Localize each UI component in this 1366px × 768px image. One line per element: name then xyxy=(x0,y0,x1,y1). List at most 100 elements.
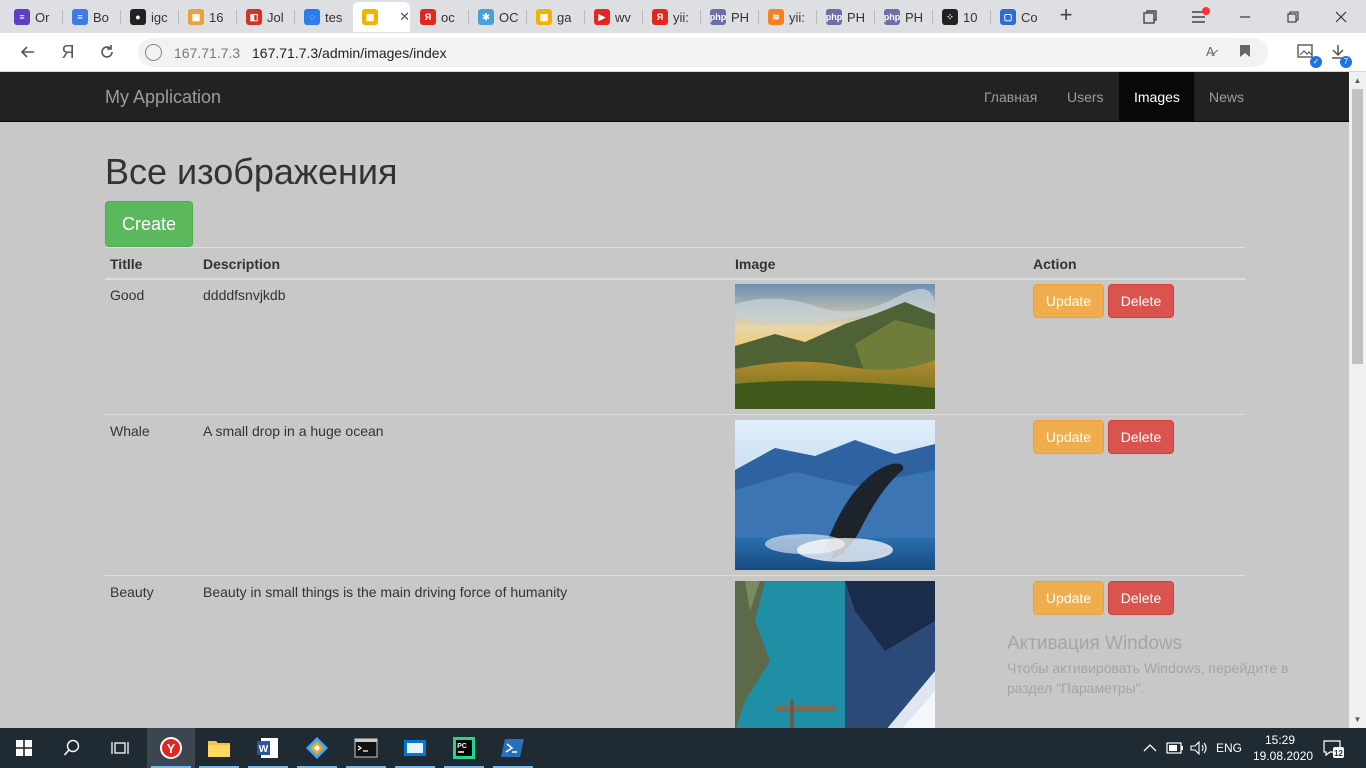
tab-title: tes xyxy=(325,9,343,25)
browser-tab[interactable]: ✱ OC xyxy=(469,2,526,32)
tab-title: PH xyxy=(847,9,866,25)
menu-button[interactable] xyxy=(1176,0,1222,33)
taskbar-yandex-browser[interactable]: Y xyxy=(147,728,195,768)
site-info-icon[interactable] xyxy=(145,44,162,61)
notification-count: 12 xyxy=(1334,749,1343,758)
row-1-description: ddddfsnvjkdb xyxy=(203,287,286,303)
bookmark-icon[interactable] xyxy=(1239,44,1251,61)
browser-tab[interactable]: ≡ Or xyxy=(5,2,62,32)
browser-tab[interactable]: ≡ Bo xyxy=(63,2,120,32)
taskbar-powershell[interactable] xyxy=(489,728,537,768)
browser-tab[interactable]: ▦ 16 xyxy=(179,2,236,32)
back-button[interactable] xyxy=(15,39,41,65)
browser-toolbar: Я 167.71.7.3 167.71.7.3/admin/images/ind… xyxy=(0,33,1366,72)
tab-favicon-icon: ▦ xyxy=(536,9,552,25)
browser-tab[interactable]: ▦ ✕ xyxy=(353,2,410,32)
browser-tab[interactable]: ▶ wv xyxy=(585,2,642,32)
table-top-border xyxy=(105,247,1245,248)
tab-close-icon[interactable]: ✕ xyxy=(399,9,410,25)
start-button[interactable] xyxy=(0,728,48,768)
battery-icon[interactable] xyxy=(1166,728,1184,768)
row-3-delete-button[interactable]: Delete xyxy=(1108,581,1174,615)
browser-tab[interactable]: ● igc xyxy=(121,2,178,32)
yandex-browser-icon: Y xyxy=(160,737,182,759)
taskbar-git-client[interactable] xyxy=(293,728,341,768)
folder-icon xyxy=(208,741,230,757)
tab-favicon-icon: ● xyxy=(130,9,146,25)
row-2-update-button[interactable]: Update xyxy=(1033,420,1104,454)
translate-icon[interactable]: A̷ xyxy=(1206,44,1215,59)
tab-title: wv xyxy=(615,9,631,25)
task-view-icon xyxy=(111,742,129,754)
downloads-count-badge: 7 xyxy=(1340,56,1352,68)
nav-item-images[interactable]: Images xyxy=(1119,72,1194,122)
volume-icon[interactable] xyxy=(1190,728,1208,768)
taskbar-pycharm[interactable]: PC xyxy=(440,728,488,768)
app-brand[interactable]: My Application xyxy=(105,87,221,108)
new-tab-button[interactable]: + xyxy=(1055,4,1077,28)
address-url[interactable]: 167.71.7.3/admin/images/index xyxy=(252,45,447,61)
browser-tab[interactable]: ◌ tes xyxy=(295,2,352,32)
tabs-overview-button[interactable] xyxy=(1127,0,1173,33)
tab-title: yii: xyxy=(673,9,689,25)
taskbar-word[interactable]: W xyxy=(244,728,292,768)
screenshot-button[interactable]: ✓ xyxy=(1293,39,1322,68)
row-3-update-button[interactable]: Update xyxy=(1033,581,1104,615)
scroll-up-arrow-icon[interactable]: ▲ xyxy=(1349,76,1366,85)
tab-title: yii: xyxy=(789,9,805,25)
browser-tab[interactable]: Яoc xyxy=(411,2,468,32)
browser-tab[interactable]: ⁘ 10 xyxy=(933,2,990,32)
tab-title: ga xyxy=(557,9,572,25)
row-2-title: Whale xyxy=(110,423,150,439)
taskbar-clock[interactable]: 15:29 19.08.2020 xyxy=(1253,732,1313,764)
action-center-button[interactable]: 12 xyxy=(1322,728,1344,768)
restore-button[interactable] xyxy=(1270,0,1316,33)
close-window-button[interactable] xyxy=(1318,0,1364,33)
browser-tab[interactable]: php PH xyxy=(701,2,758,32)
create-button[interactable]: Create xyxy=(105,201,193,247)
tab-title: Or xyxy=(35,9,50,25)
tab-favicon-icon: ◧ xyxy=(246,9,262,25)
scrollbar-thumb[interactable] xyxy=(1352,89,1363,364)
column-header-description: Description xyxy=(203,256,281,272)
taskbar-terminal[interactable] xyxy=(342,728,390,768)
browser-tab[interactable]: ◧ Jol xyxy=(237,2,294,32)
tray-show-hidden-icon[interactable] xyxy=(1143,728,1157,768)
remote-desktop-icon xyxy=(404,740,426,756)
browser-tab-strip: + ≡ Or ≡ Bo ● igc ▦ 16 ◧ Jol ◌ tes ▦ ✕ Яoc ✱ OC ▦ ga ▶ wv Яyi… xyxy=(0,0,1366,33)
table-header-border xyxy=(105,278,1245,280)
taskbar-remote-desktop[interactable] xyxy=(391,728,439,768)
tab-favicon-icon: Я xyxy=(652,9,668,25)
input-language-indicator[interactable]: ENG xyxy=(1216,728,1242,768)
row-1-title: Good xyxy=(110,287,145,303)
clock-time: 15:29 xyxy=(1264,733,1296,747)
minimize-button[interactable] xyxy=(1222,0,1268,33)
row-1-update-button[interactable]: Update xyxy=(1033,284,1104,318)
downloads-button[interactable]: 7 xyxy=(1325,39,1352,68)
browser-tab[interactable]: php PH xyxy=(875,2,932,32)
address-bar[interactable]: 167.71.7.3 167.71.7.3/admin/images/index… xyxy=(138,38,1268,67)
row-2-delete-button[interactable]: Delete xyxy=(1108,420,1174,454)
yandex-button[interactable]: Я xyxy=(55,39,81,65)
page-scrollbar[interactable]: ▲ ▼ xyxy=(1349,72,1366,728)
tab-title: PH xyxy=(731,9,750,25)
scroll-down-arrow-icon[interactable]: ▼ xyxy=(1349,715,1366,724)
browser-tab[interactable]: ▦ ga xyxy=(527,2,584,32)
word-icon: W xyxy=(257,738,278,758)
nav-item-home[interactable]: Главная xyxy=(969,72,1052,122)
browser-tab[interactable]: ≋ yii: xyxy=(759,2,816,32)
reload-button[interactable] xyxy=(94,39,120,65)
nav-item-news[interactable]: News xyxy=(1194,72,1259,122)
row-1-delete-button[interactable]: Delete xyxy=(1108,284,1174,318)
browser-tab[interactable]: php PH xyxy=(817,2,874,32)
task-view-button[interactable] xyxy=(96,728,144,768)
yandex-icon: Я xyxy=(61,41,75,62)
row-divider xyxy=(105,575,1245,576)
browser-tab[interactable]: Яyii: xyxy=(643,2,700,32)
nav-item-users[interactable]: Users xyxy=(1052,72,1119,122)
search-button[interactable] xyxy=(48,728,96,768)
browser-tab[interactable]: ▢ Co xyxy=(991,2,1048,32)
tab-title: oc xyxy=(441,9,455,25)
taskbar-file-explorer[interactable] xyxy=(195,728,243,768)
windows-activation-text: Чтобы активировать Windows, перейдите в … xyxy=(1007,660,1289,696)
